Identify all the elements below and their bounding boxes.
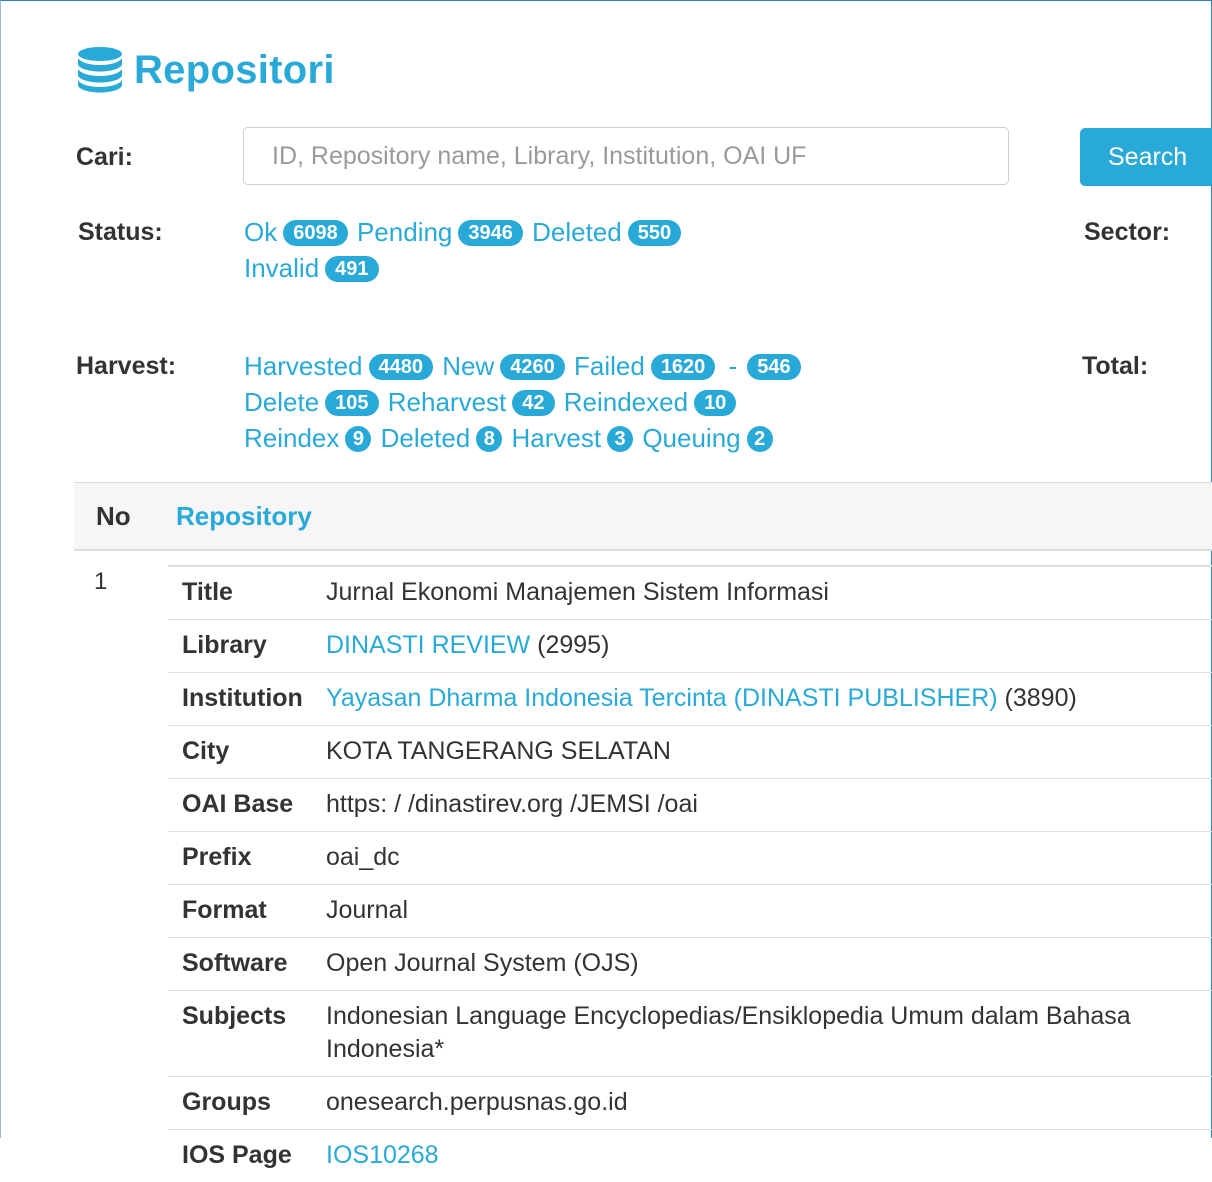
count-badge: 2 (747, 426, 773, 452)
detail-row-prefix: Prefix oai_dc (168, 832, 1212, 885)
harvest-filter-harvest[interactable]: Harvest3 (512, 423, 636, 453)
column-header-no: No (96, 501, 131, 532)
detail-row-software: Software Open Journal System (OJS) (168, 938, 1212, 991)
field-key: OAI Base (168, 779, 314, 832)
ios-page-link[interactable]: IOS10268 (326, 1141, 439, 1169)
count-badge: 491 (325, 256, 378, 282)
count-badge: 550 (628, 220, 681, 246)
field-key: Institution (168, 673, 314, 726)
institution-link[interactable]: Yayasan Dharma Indonesia Tercinta (DINAS… (326, 684, 998, 712)
field-key: City (168, 726, 314, 779)
detail-row-title: Title Jurnal Ekonomi Manajemen Sistem In… (168, 566, 1212, 620)
field-value: Indonesian Language Encyclopedias/Ensikl… (314, 991, 1212, 1077)
search-label: Cari: (76, 143, 133, 172)
detail-row-city: City KOTA TANGERANG SELATAN (168, 726, 1212, 779)
harvest-filter-failed[interactable]: Failed1620 (574, 351, 717, 381)
status-filter-ok[interactable]: Ok6098 (244, 217, 350, 247)
detail-row-ios-page: IOS Page IOS10268 (168, 1130, 1212, 1182)
count-badge: 3 (607, 426, 633, 452)
field-key: IOS Page (168, 1130, 314, 1182)
count-badge: 105 (325, 390, 378, 416)
field-key: Groups (168, 1077, 314, 1130)
total-label: Total: (1082, 352, 1148, 381)
field-value: DINASTI REVIEW (2995) (314, 620, 1212, 673)
field-key: Library (168, 620, 314, 673)
harvest-filter-reharvest[interactable]: Reharvest42 (388, 387, 557, 417)
count-badge: 4480 (369, 354, 434, 380)
page-header: Repositori (74, 44, 335, 96)
repository-detail-table: Title Jurnal Ekonomi Manajemen Sistem In… (168, 565, 1212, 1182)
count-badge: 10 (694, 390, 736, 416)
count-badge: 546 (747, 354, 800, 380)
database-icon (74, 44, 126, 96)
search-button[interactable]: Search (1080, 128, 1212, 186)
status-filter-pending[interactable]: Pending3946 (357, 217, 525, 247)
count-badge: 42 (512, 390, 554, 416)
field-value: onesearch.perpusnas.go.id (314, 1077, 1212, 1130)
field-value: Jurnal Ekonomi Manajemen Sistem Informas… (314, 566, 1212, 620)
field-value: https: / /dinastirev.org /JEMSI /oai (314, 779, 1212, 832)
status-filter-invalid[interactable]: Invalid491 (244, 253, 381, 283)
field-value: oai_dc (314, 832, 1212, 885)
count-badge: 6098 (283, 220, 348, 246)
harvest-filter-delete[interactable]: Delete105 (244, 387, 381, 417)
harvest-filter-reindexed[interactable]: Reindexed10 (564, 387, 739, 417)
status-label: Status: (78, 218, 163, 247)
count-badge: 1620 (651, 354, 716, 380)
institution-count: (3890) (1005, 684, 1077, 712)
detail-row-oai-base: OAI Base https: / /dinastirev.org /JEMSI… (168, 779, 1212, 832)
field-value: Open Journal System (OJS) (314, 938, 1212, 991)
column-header-repository[interactable]: Repository (176, 501, 312, 532)
library-count: (2995) (537, 631, 609, 659)
status-filters: Ok6098 Pending3946 Deleted550 Invalid491 (244, 214, 683, 286)
page-title: Repositori (134, 48, 335, 93)
detail-row-groups: Groups onesearch.perpusnas.go.id (168, 1077, 1212, 1130)
table-header: No Repository (74, 482, 1212, 551)
detail-row-subjects: Subjects Indonesian Language Encyclopedi… (168, 991, 1212, 1077)
field-key: Subjects (168, 991, 314, 1077)
search-input[interactable] (243, 127, 1009, 185)
harvest-filter-deleted[interactable]: Deleted8 (381, 423, 505, 453)
detail-row-institution: Institution Yayasan Dharma Indonesia Ter… (168, 673, 1212, 726)
detail-row-format: Format Journal (168, 885, 1212, 938)
field-value: KOTA TANGERANG SELATAN (314, 726, 1212, 779)
library-link[interactable]: DINASTI REVIEW (326, 631, 530, 659)
row-number: 1 (94, 568, 107, 596)
count-badge: 3946 (458, 220, 523, 246)
field-key: Prefix (168, 832, 314, 885)
field-value: IOS10268 (314, 1130, 1212, 1182)
sector-label: Sector: (1084, 218, 1170, 247)
status-filter-deleted[interactable]: Deleted550 (532, 217, 683, 247)
harvest-label: Harvest: (76, 352, 176, 381)
field-key: Title (168, 566, 314, 620)
field-value: Journal (314, 885, 1212, 938)
harvest-filter-new[interactable]: New4260 (442, 351, 567, 381)
field-key: Software (168, 938, 314, 991)
count-badge: 8 (476, 426, 502, 452)
harvest-filter-reindex[interactable]: Reindex9 (244, 423, 373, 453)
harvest-filter-queuing[interactable]: Queuing2 (642, 423, 774, 453)
detail-row-library: Library DINASTI REVIEW (2995) (168, 620, 1212, 673)
harvest-filter-none[interactable]: -546 (725, 351, 803, 381)
harvest-filter-harvested[interactable]: Harvested4480 (244, 351, 435, 381)
count-badge: 9 (345, 426, 371, 452)
count-badge: 4260 (500, 354, 565, 380)
field-value: Yayasan Dharma Indonesia Tercinta (DINAS… (314, 673, 1212, 726)
harvest-filters: Harvested4480 New4260 Failed1620 -546 De… (244, 348, 803, 456)
field-key: Format (168, 885, 314, 938)
